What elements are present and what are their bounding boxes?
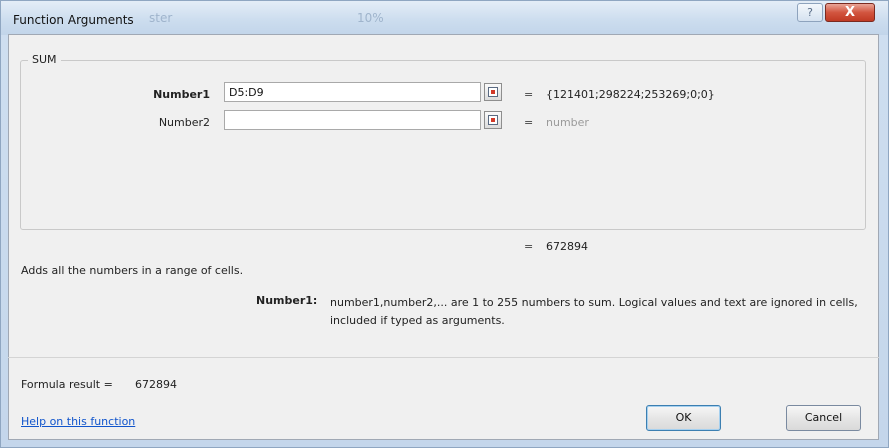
number2-evaluated-value: number xyxy=(546,116,589,129)
range-select-icon[interactable] xyxy=(484,111,502,129)
function-description: Adds all the numbers in a range of cells… xyxy=(21,264,244,277)
background-ghost-text: ster xyxy=(149,11,173,25)
close-icon[interactable]: X xyxy=(825,3,875,22)
help-on-function-link[interactable]: Help on this function xyxy=(21,415,135,428)
function-result-value: 672894 xyxy=(546,240,588,253)
formula-result-value: 672894 xyxy=(135,378,177,391)
argument-label-number1: Number1 xyxy=(153,88,210,101)
title-bar[interactable]: Function Arguments ster 10% ? X xyxy=(1,1,888,35)
formula-result-label: Formula result = xyxy=(21,378,113,391)
equals-sign: = xyxy=(524,88,534,101)
equals-sign: = xyxy=(524,116,534,129)
range-select-icon[interactable] xyxy=(484,83,502,101)
background-ghost-text: 10% xyxy=(357,11,384,25)
result-equals-sign: = xyxy=(524,240,534,253)
dialog-title: Function Arguments xyxy=(13,13,134,27)
help-icon[interactable]: ? xyxy=(797,3,823,22)
number1-evaluated-value: {121401;298224;253269;0;0} xyxy=(546,88,715,101)
number2-input[interactable] xyxy=(224,110,481,130)
argument-label-number2: Number2 xyxy=(158,116,210,129)
function-name: SUM xyxy=(28,53,61,66)
number1-input[interactable] xyxy=(224,82,481,102)
cancel-button[interactable]: Cancel xyxy=(786,405,861,431)
ok-button[interactable]: OK xyxy=(646,405,721,431)
argument-help-text: number1,number2,... are 1 to 255 numbers… xyxy=(330,296,858,327)
argument-help-name: Number1: xyxy=(256,294,318,307)
divider xyxy=(8,357,879,358)
